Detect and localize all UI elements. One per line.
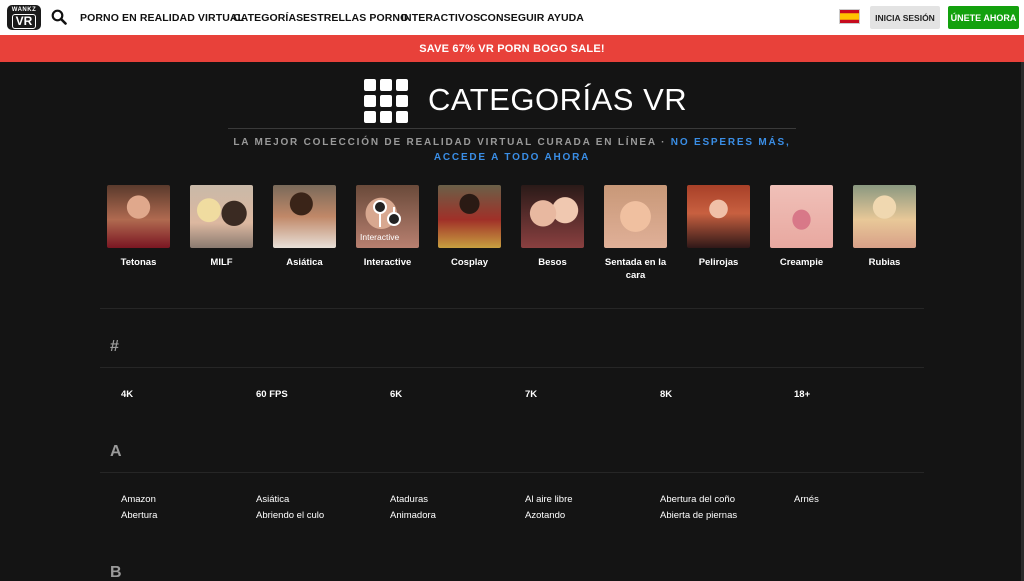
subtitle-text: LA MEJOR COLECCIÓN DE REALIDAD VIRTUAL C…: [233, 137, 671, 148]
category-thumbnail[interactable]: [521, 185, 584, 248]
section-letter-hash: #: [110, 338, 119, 355]
category-link[interactable]: Amazon: [121, 494, 156, 505]
featured-category-label[interactable]: Creampie: [770, 256, 833, 269]
featured-category-rubias[interactable]: Rubias: [853, 185, 916, 269]
category-link[interactable]: Asiática: [256, 494, 289, 505]
section-letter-b: B: [110, 564, 122, 581]
category-link[interactable]: Arnés: [794, 494, 819, 505]
featured-category-besos[interactable]: Besos: [521, 185, 584, 269]
category-link[interactable]: Abierta de piernas: [660, 510, 737, 521]
categories-grid-icon: [364, 79, 408, 123]
featured-category-label[interactable]: Rubias: [853, 256, 916, 269]
logo-line2: VR: [11, 13, 37, 29]
featured-category-asiatica[interactable]: Asiática: [273, 185, 336, 269]
category-link[interactable]: Abertura: [121, 510, 157, 521]
featured-category-label[interactable]: Sentada en la cara: [598, 256, 673, 282]
section-divider: [100, 367, 924, 368]
category-thumbnail[interactable]: [687, 185, 750, 248]
section-letter-a: A: [110, 443, 122, 460]
category-link[interactable]: Al aire libre: [525, 494, 573, 505]
featured-category-label[interactable]: Pelirojas: [687, 256, 750, 269]
nav-pornstars[interactable]: ESTRELLAS PORNO: [303, 12, 408, 24]
section-divider: [100, 308, 924, 309]
featured-category-milf[interactable]: MILF: [190, 185, 253, 269]
category-thumbnail[interactable]: [107, 185, 170, 248]
category-link[interactable]: Animadora: [390, 510, 436, 521]
nav-vr-porn[interactable]: PORNO EN REALIDAD VIRTUAL: [80, 12, 244, 24]
featured-category-label[interactable]: Besos: [521, 256, 584, 269]
search-icon[interactable]: [51, 9, 67, 25]
category-link[interactable]: Azotando: [525, 510, 565, 521]
featured-category-creampie[interactable]: Creampie: [770, 185, 833, 269]
category-link[interactable]: 8K: [660, 389, 672, 400]
title-divider: [228, 128, 796, 129]
wankzvr-logo[interactable]: WANKZ VR: [7, 5, 41, 30]
page-title: CATEGORÍAS VR: [428, 82, 688, 117]
featured-category-label[interactable]: Asiática: [273, 256, 336, 269]
category-thumbnail[interactable]: [438, 185, 501, 248]
nav-interactive[interactable]: INTERACTIVOS: [401, 12, 480, 24]
category-link[interactable]: Ataduras: [390, 494, 428, 505]
promo-text: SAVE 67% VR PORN BOGO SALE!: [419, 42, 605, 55]
nav-get-help[interactable]: CONSEGUIR AYUDA: [480, 12, 584, 24]
logo-line1: WANKZ: [11, 6, 37, 13]
promo-banner[interactable]: SAVE 67% VR PORN BOGO SALE!: [0, 35, 1024, 62]
category-thumbnail[interactable]: [604, 185, 667, 248]
featured-category-label[interactable]: Cosplay: [438, 256, 501, 269]
top-nav: WANKZ VR PORNO EN REALIDAD VIRTUAL CATEG…: [0, 0, 1024, 35]
category-link[interactable]: Abriendo el culo: [256, 510, 324, 521]
featured-category-pelirojas[interactable]: Pelirojas: [687, 185, 750, 269]
featured-category-label[interactable]: MILF: [190, 256, 253, 269]
login-button[interactable]: INICIA SESIÓN: [870, 6, 940, 29]
join-now-button[interactable]: ÚNETE AHORA: [948, 6, 1019, 29]
category-link[interactable]: 7K: [525, 389, 537, 400]
category-thumbnail[interactable]: [273, 185, 336, 248]
nav-categories[interactable]: CATEGORÍAS: [233, 12, 303, 24]
category-thumbnail[interactable]: Interactive: [356, 185, 419, 248]
category-link[interactable]: 4K: [121, 389, 133, 400]
category-thumbnail[interactable]: [770, 185, 833, 248]
category-link[interactable]: 18+: [794, 389, 810, 400]
interactive-overlay-text: Interactive: [360, 232, 400, 242]
category-thumbnail[interactable]: [190, 185, 253, 248]
spain-flag-icon[interactable]: [839, 9, 860, 24]
category-link[interactable]: 60 FPS: [256, 389, 288, 400]
section-divider: [100, 472, 924, 473]
category-thumbnail[interactable]: [853, 185, 916, 248]
featured-category-tetonas[interactable]: Tetonas: [107, 185, 170, 269]
featured-category-label[interactable]: Tetonas: [107, 256, 170, 269]
category-link[interactable]: Abertura del coño: [660, 494, 735, 505]
category-link[interactable]: 6K: [390, 389, 402, 400]
featured-category-interactive[interactable]: Interactive Interactive: [356, 185, 419, 269]
page-subtitle: LA MEJOR COLECCIÓN DE REALIDAD VIRTUAL C…: [220, 135, 804, 165]
featured-category-label[interactable]: Interactive: [356, 256, 419, 269]
featured-category-cosplay[interactable]: Cosplay: [438, 185, 501, 269]
featured-category-sentada-en-la-cara[interactable]: Sentada en la cara: [604, 185, 667, 282]
